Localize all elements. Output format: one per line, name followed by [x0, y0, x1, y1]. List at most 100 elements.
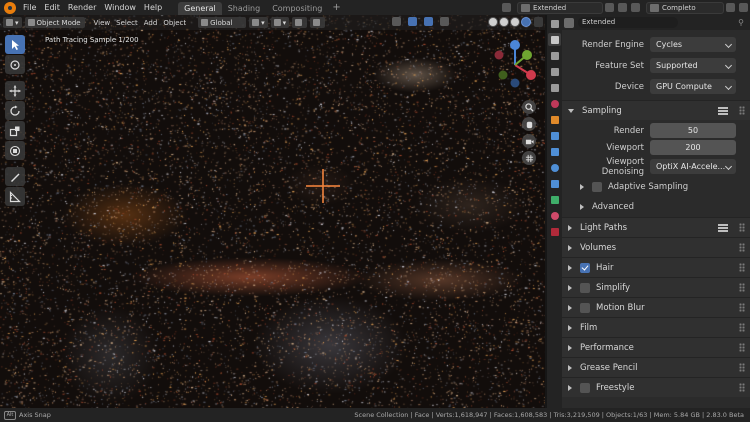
- tab-output[interactable]: [548, 49, 561, 62]
- menu-help[interactable]: Help: [140, 0, 166, 15]
- menu-view[interactable]: View: [91, 19, 114, 27]
- material-preview-button[interactable]: [510, 17, 520, 27]
- pan-hand-icon[interactable]: [522, 117, 536, 131]
- select-box-tool[interactable]: [5, 35, 25, 54]
- tab-data[interactable]: [548, 193, 561, 206]
- pin-icon[interactable]: ⚲: [738, 18, 744, 27]
- tab-object[interactable]: [548, 113, 561, 126]
- delete-view-layer-icon[interactable]: [739, 3, 748, 12]
- falloff-button[interactable]: [310, 17, 326, 28]
- pivot-point-button[interactable]: ▾: [249, 17, 268, 28]
- visibility-icon[interactable]: [392, 17, 401, 26]
- properties-search-field[interactable]: Extended: [578, 17, 678, 28]
- panel-motion-blur[interactable]: Motion Blur: [562, 297, 750, 317]
- gizmo-toggle-icon[interactable]: [408, 17, 417, 26]
- scene-selector[interactable]: Extended: [517, 1, 603, 14]
- tab-texture[interactable]: [548, 225, 561, 238]
- panel-freestyle[interactable]: Freestyle: [562, 377, 750, 397]
- menu-edit[interactable]: Edit: [40, 0, 64, 15]
- proportional-editing-button[interactable]: [292, 17, 308, 28]
- menu-select[interactable]: Select: [113, 19, 141, 27]
- tab-world[interactable]: [548, 97, 561, 110]
- drag-grip-icon[interactable]: [739, 343, 745, 352]
- viewport-denoising-dropdown[interactable]: OptiX AI-Accele...: [650, 159, 736, 174]
- snap-button[interactable]: ▾: [270, 17, 290, 28]
- tab-view-layer[interactable]: [548, 65, 561, 78]
- navigation-gizmo[interactable]: [487, 37, 543, 93]
- freestyle-checkbox[interactable]: [580, 382, 590, 393]
- simplify-checkbox[interactable]: [580, 282, 590, 293]
- tab-constraints[interactable]: [548, 177, 561, 190]
- motion-blur-checkbox[interactable]: [580, 302, 590, 313]
- adaptive-sampling-checkbox[interactable]: [592, 182, 602, 192]
- ortho-grid-icon[interactable]: [522, 151, 536, 165]
- xray-toggle-icon[interactable]: [440, 17, 449, 26]
- rendered-shading-button[interactable]: [521, 17, 531, 27]
- menu-file[interactable]: File: [19, 0, 40, 15]
- drag-grip-icon[interactable]: [739, 223, 745, 232]
- drag-grip-icon[interactable]: [739, 106, 745, 115]
- viewport-samples-field[interactable]: 200: [650, 140, 736, 155]
- panel-sampling[interactable]: Sampling: [562, 100, 750, 120]
- view-layer-selector[interactable]: Completo: [646, 1, 724, 14]
- drag-grip-icon[interactable]: [739, 263, 745, 272]
- drag-grip-icon[interactable]: [739, 243, 745, 252]
- panel-performance[interactable]: Performance: [562, 337, 750, 357]
- subpanel-advanced[interactable]: Advanced: [562, 197, 750, 217]
- editor-type-button[interactable]: ▾: [3, 17, 22, 28]
- solid-shading-button[interactable]: [499, 17, 509, 27]
- transform-tool[interactable]: [5, 141, 25, 160]
- panel-film[interactable]: Film: [562, 317, 750, 337]
- panel-volumes[interactable]: Volumes: [562, 237, 750, 257]
- render-engine-dropdown[interactable]: Cycles: [650, 37, 736, 52]
- pause-render-button[interactable]: [534, 17, 543, 27]
- transform-orientation-selector[interactable]: Global: [198, 17, 247, 28]
- drag-grip-icon[interactable]: [739, 323, 745, 332]
- presets-list-icon[interactable]: [718, 107, 728, 115]
- measure-tool[interactable]: [5, 187, 25, 206]
- properties-editor-icon[interactable]: [564, 17, 574, 28]
- 3d-viewport[interactable]: ▾ Object Mode View Select Add Object Glo…: [0, 15, 545, 408]
- overlay-toggle-icon[interactable]: [424, 17, 433, 26]
- drag-grip-icon[interactable]: [739, 283, 745, 292]
- move-tool[interactable]: [5, 81, 25, 100]
- panel-simplify[interactable]: Simplify: [562, 277, 750, 297]
- menu-render[interactable]: Render: [64, 0, 100, 15]
- tab-material[interactable]: [548, 209, 561, 222]
- wireframe-shading-button[interactable]: [488, 17, 498, 27]
- hair-checkbox[interactable]: [580, 262, 590, 273]
- blender-logo-icon[interactable]: [4, 1, 16, 14]
- new-view-layer-icon[interactable]: [726, 3, 735, 12]
- tab-tool[interactable]: [548, 17, 561, 30]
- panel-grease-pencil[interactable]: Grease Pencil: [562, 357, 750, 377]
- drag-grip-icon[interactable]: [739, 383, 745, 392]
- cursor-tool[interactable]: [5, 55, 25, 74]
- add-workspace-button[interactable]: +: [328, 2, 344, 13]
- new-scene-icon[interactable]: [605, 3, 614, 12]
- tab-modifiers[interactable]: [548, 129, 561, 142]
- tab-particles[interactable]: [548, 145, 561, 158]
- rotate-tool[interactable]: [5, 101, 25, 120]
- menu-object[interactable]: Object: [160, 19, 189, 27]
- subpanel-adaptive-sampling[interactable]: Adaptive Sampling: [562, 177, 750, 197]
- feature-set-dropdown[interactable]: Supported: [650, 58, 736, 73]
- render-samples-field[interactable]: 50: [650, 123, 736, 138]
- tab-render[interactable]: [548, 33, 561, 46]
- tab-shading[interactable]: Shading: [222, 2, 267, 15]
- annotate-tool[interactable]: [5, 167, 25, 186]
- tab-scene[interactable]: [548, 81, 561, 94]
- scale-tool[interactable]: [5, 121, 25, 140]
- menu-add[interactable]: Add: [141, 19, 161, 27]
- zoom-icon[interactable]: [522, 100, 536, 114]
- mode-selector[interactable]: Object Mode: [24, 17, 85, 28]
- panel-light-paths[interactable]: Light Paths: [562, 217, 750, 237]
- drag-grip-icon[interactable]: [739, 363, 745, 372]
- drag-grip-icon[interactable]: [739, 303, 745, 312]
- delete-scene-icon[interactable]: [618, 3, 627, 12]
- menu-window[interactable]: Window: [100, 0, 140, 15]
- camera-view-icon[interactable]: [522, 134, 536, 148]
- tab-physics[interactable]: [548, 161, 561, 174]
- panel-hair[interactable]: Hair: [562, 257, 750, 277]
- presets-list-icon[interactable]: [718, 224, 728, 232]
- tab-compositing[interactable]: Compositing: [266, 2, 328, 15]
